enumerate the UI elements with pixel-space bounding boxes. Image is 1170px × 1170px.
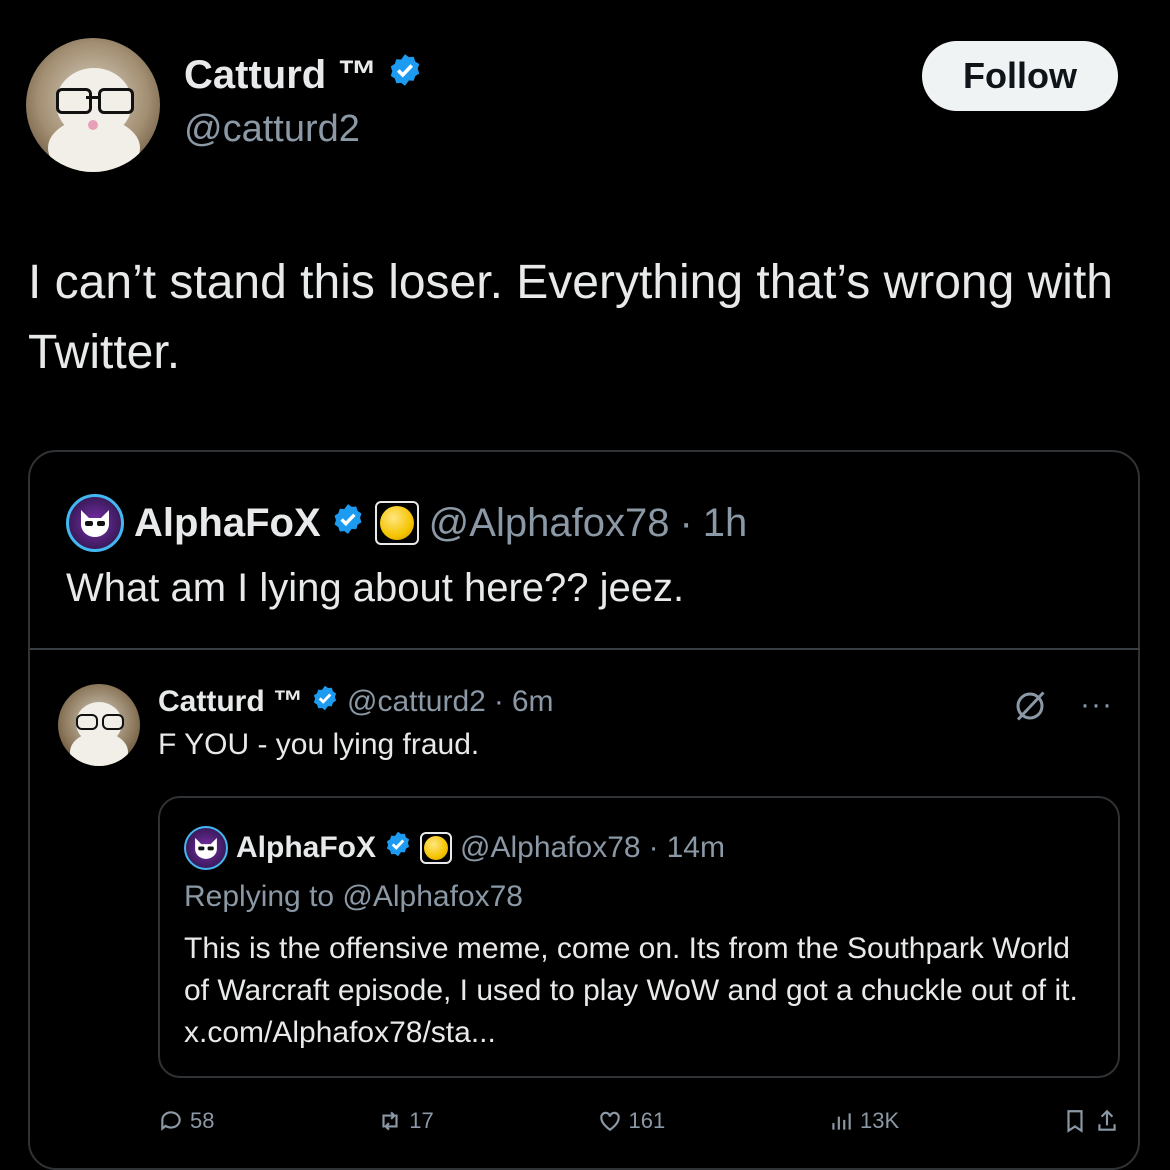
share-icon	[1098, 1109, 1116, 1131]
grok-icon	[1012, 688, 1048, 733]
bookmark-share-action	[1062, 1108, 1120, 1134]
follow-button[interactable]: Follow	[922, 41, 1118, 111]
author-avatar[interactable]	[26, 38, 160, 172]
repost-count: 17	[409, 1108, 434, 1133]
repost-action: 17	[377, 1108, 434, 1134]
quoted-author-name[interactable]: AlphaFoX	[134, 501, 321, 546]
view-count: 13K	[860, 1108, 900, 1133]
views-icon	[832, 1113, 851, 1130]
bookmark-icon	[1067, 1110, 1083, 1133]
divider	[30, 648, 1140, 650]
tweet-text: I can’t stand this loser. Everything tha…	[28, 256, 1113, 379]
inner-quoted-text: This is the offensive meme, come on. Its…	[184, 932, 1078, 1049]
meta-separator: ·	[679, 500, 693, 545]
heart-icon	[599, 1111, 620, 1131]
quoted-author-handle[interactable]: @Alphafox78	[429, 501, 670, 546]
inner-quoted-avatar	[184, 826, 228, 870]
reply-icon	[161, 1111, 181, 1131]
verified-badge-icon	[384, 830, 412, 866]
verified-badge-icon	[331, 501, 365, 546]
inner-tweet-text: F YOU - you lying fraud.	[158, 728, 480, 761]
quoted-tweet-time[interactable]: 1h	[703, 501, 748, 546]
quoted-tweet-header: AlphaFoX @Alphafox78 · 1h	[66, 494, 747, 552]
inner-quoted-header: AlphaFoX @Alphafox78 · 14m	[184, 826, 725, 870]
inner-tweet-header: Catturd ™ @catturd2 · 6m	[158, 684, 554, 720]
quoted-author-avatar[interactable]	[66, 494, 124, 552]
inner-tweet-time: 6m	[511, 685, 554, 718]
like-action: 161	[597, 1108, 666, 1134]
inner-quoted-author-name: AlphaFoX	[236, 831, 376, 864]
inner-author-name: Catturd ™	[158, 685, 303, 718]
gold-badge-icon	[420, 832, 452, 864]
author-handle[interactable]: @catturd2	[184, 108, 360, 151]
reply-count: 58	[190, 1108, 215, 1133]
gold-badge-icon	[374, 501, 419, 545]
meta-separator: ·	[493, 685, 504, 718]
verified-badge-icon	[311, 684, 339, 720]
verified-badge-icon	[387, 52, 423, 98]
quoted-tweet-text: What am I lying about here?? jeez.	[66, 566, 685, 610]
repost-icon	[382, 1111, 398, 1131]
inner-quoted-time: 14m	[666, 831, 725, 864]
meta-separator: ·	[648, 831, 659, 864]
like-count: 161	[628, 1108, 666, 1133]
author-name-row: Catturd ™	[184, 52, 423, 98]
more-options-icon: ···	[1080, 688, 1113, 721]
views-action: 13K	[828, 1108, 899, 1134]
author-name[interactable]: Catturd ™	[184, 53, 377, 98]
reply-action: 58	[158, 1108, 214, 1134]
replying-to-label: Replying to @Alphafox78	[184, 880, 523, 913]
inner-quoted-author-handle: @Alphafox78	[460, 831, 641, 864]
action-bar: 58 17 161 13K	[158, 1108, 1120, 1134]
inner-author-avatar	[58, 684, 140, 766]
inner-author-handle: @catturd2	[347, 685, 486, 718]
